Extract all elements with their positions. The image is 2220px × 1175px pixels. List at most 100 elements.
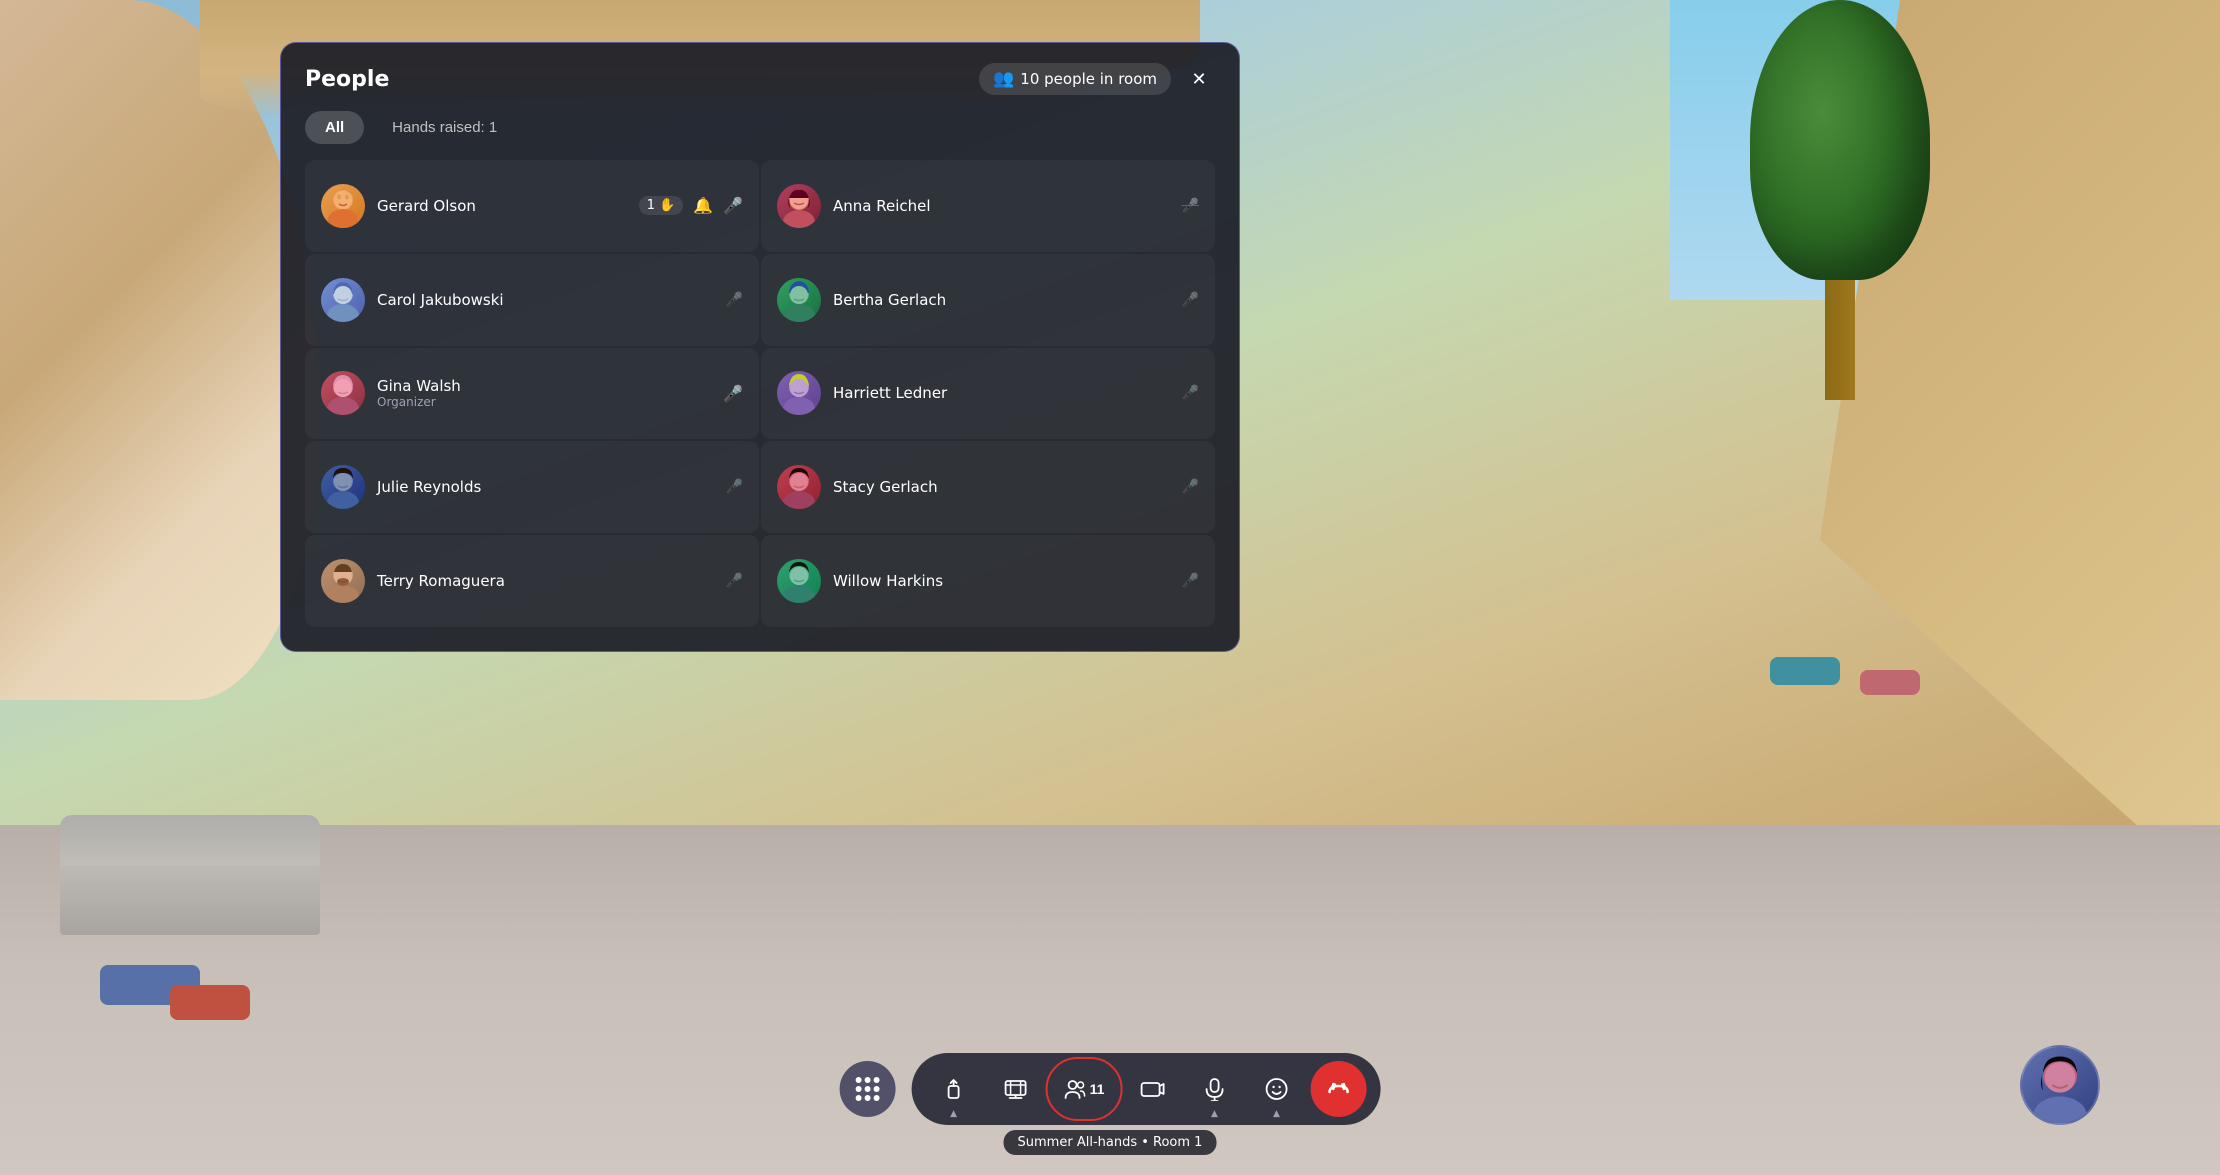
- person-name-willow: Willow Harkins: [833, 572, 1170, 590]
- person-actions-carol: 🎤: [726, 292, 743, 308]
- person-row-willow[interactable]: Willow Harkins 🎤: [761, 535, 1215, 627]
- people-button[interactable]: 11: [1050, 1061, 1119, 1117]
- person-row-gerard[interactable]: Gerard Olson 1 ✋ 🔔 🎤: [305, 160, 759, 252]
- person-name-carol: Carol Jakubowski: [377, 291, 714, 309]
- mic-icon-harriett: 🎤: [1182, 385, 1199, 401]
- people-count-badge: 👥 10 people in room: [979, 63, 1171, 95]
- people-count: 11: [1090, 1081, 1105, 1097]
- avatar-terry: [321, 559, 365, 603]
- avatar-anna: [777, 184, 821, 228]
- person-info-carol: Carol Jakubowski: [377, 291, 714, 309]
- react-chevron-icon: ▲: [1273, 1109, 1280, 1119]
- person-info-stacy: Stacy Gerlach: [833, 478, 1170, 496]
- avatar-gerard: [321, 184, 365, 228]
- mic-icon-julie: 🎤: [726, 479, 743, 495]
- dot: [856, 1086, 862, 1092]
- person-actions-gerard: 1 ✋ 🔔 🎤: [639, 196, 743, 215]
- ottoman-red: [170, 985, 250, 1020]
- dots-grid-icon: [856, 1077, 880, 1101]
- person-row-terry[interactable]: Terry Romaguera 🎤: [305, 535, 759, 627]
- person-info-terry: Terry Romaguera: [377, 572, 714, 590]
- person-actions-gina: 🎤: [723, 384, 743, 403]
- mic-icon-bertha: 🎤: [1182, 292, 1199, 308]
- person-row-stacy[interactable]: Stacy Gerlach 🎤: [761, 441, 1215, 533]
- person-row-gina[interactable]: Gina Walsh Organizer 🎤: [305, 348, 759, 440]
- person-name-gerard: Gerard Olson: [377, 197, 627, 215]
- filter-tabs: All Hands raised: 1: [281, 111, 1239, 160]
- dot: [865, 1077, 871, 1083]
- filter-hands-raised[interactable]: Hands raised: 1: [372, 111, 517, 144]
- people-group-icon: 👥: [993, 69, 1014, 89]
- share-btn-wrapper: ▲: [926, 1061, 982, 1117]
- mic-icon-terry: 🎤: [726, 573, 743, 589]
- person-info-anna: Anna Reichel: [833, 197, 1170, 215]
- user-avatar-image: [2022, 1045, 2098, 1125]
- ottoman-pink: [1860, 670, 1920, 695]
- leave-button[interactable]: [1310, 1061, 1366, 1117]
- person-actions-stacy: 🎤: [1182, 479, 1199, 495]
- person-name-stacy: Stacy Gerlach: [833, 478, 1170, 496]
- sofa: [60, 855, 340, 975]
- dot: [874, 1095, 880, 1101]
- panel-title: People: [305, 67, 389, 92]
- dot: [874, 1077, 880, 1083]
- share-chevron-icon: ▲: [950, 1109, 957, 1119]
- apps-button[interactable]: [840, 1061, 896, 1117]
- mic-chevron-icon: ▲: [1211, 1109, 1218, 1119]
- dot: [856, 1077, 862, 1083]
- hand-count-gerard: 1: [647, 198, 655, 213]
- user-avatar[interactable]: [2020, 1045, 2100, 1125]
- bottom-toolbar-area: ▲ 11: [840, 1053, 1381, 1125]
- person-info-harriett: Harriett Ledner: [833, 384, 1170, 402]
- mic-icon-anna: 🎤: [1182, 198, 1199, 214]
- bell-icon-gerard: 🔔: [693, 196, 713, 215]
- avatar-julie: [321, 465, 365, 509]
- person-name-terry: Terry Romaguera: [377, 572, 714, 590]
- person-info-bertha: Bertha Gerlach: [833, 291, 1170, 309]
- person-row-anna[interactable]: Anna Reichel 🎤: [761, 160, 1215, 252]
- people-count-label: 10 people in room: [1020, 70, 1157, 88]
- hand-raise-icon-gerard: ✋: [659, 198, 675, 213]
- sofa-body: [60, 855, 320, 935]
- camera-button[interactable]: [1124, 1061, 1180, 1117]
- people-grid: Gerard Olson 1 ✋ 🔔 🎤: [281, 160, 1239, 651]
- session-label-text: Summer All-hands • Room 1: [1018, 1135, 1203, 1150]
- hand-badge-gerard: 1 ✋: [639, 196, 683, 215]
- person-actions-bertha: 🎤: [1182, 292, 1199, 308]
- mic-icon-willow: 🎤: [1182, 573, 1199, 589]
- person-row-julie[interactable]: Julie Reynolds 🎤: [305, 441, 759, 533]
- person-name-harriett: Harriett Ledner: [833, 384, 1170, 402]
- mic-icon-stacy: 🎤: [1182, 479, 1199, 495]
- person-actions-anna: 🎤: [1182, 198, 1199, 214]
- dot: [865, 1086, 871, 1092]
- avatar-stacy: [777, 465, 821, 509]
- people-panel: People 👥 10 people in room ✕ All Hands r…: [280, 42, 1240, 652]
- person-name-anna: Anna Reichel: [833, 197, 1170, 215]
- people-icon: [1064, 1078, 1086, 1100]
- person-row-bertha[interactable]: Bertha Gerlach 🎤: [761, 254, 1215, 346]
- person-info-gina: Gina Walsh Organizer: [377, 377, 711, 409]
- panel-header-right: 👥 10 people in room ✕: [979, 63, 1215, 95]
- person-actions-harriett: 🎤: [1182, 385, 1199, 401]
- avatar-willow: [777, 559, 821, 603]
- media-button[interactable]: [988, 1061, 1044, 1117]
- person-name-gina: Gina Walsh: [377, 377, 711, 395]
- mic-icon-gina: 🎤: [723, 384, 743, 403]
- mic-icon-carol: 🎤: [726, 292, 743, 308]
- avatar-carol: [321, 278, 365, 322]
- dot: [856, 1095, 862, 1101]
- dot: [874, 1086, 880, 1092]
- ottoman-teal: [1770, 657, 1840, 685]
- sofa-back: [60, 815, 320, 865]
- close-button[interactable]: ✕: [1183, 63, 1215, 95]
- person-info-julie: Julie Reynolds: [377, 478, 714, 496]
- person-actions-terry: 🎤: [726, 573, 743, 589]
- avatar-bertha: [777, 278, 821, 322]
- session-label: Summer All-hands • Room 1: [1004, 1130, 1217, 1155]
- filter-all[interactable]: All: [305, 111, 364, 144]
- person-role-gina: Organizer: [377, 395, 711, 409]
- mic-icon-gerard: 🎤: [723, 196, 743, 215]
- person-row-harriett[interactable]: Harriett Ledner 🎤: [761, 348, 1215, 440]
- dot: [865, 1095, 871, 1101]
- person-row-carol[interactable]: Carol Jakubowski 🎤: [305, 254, 759, 346]
